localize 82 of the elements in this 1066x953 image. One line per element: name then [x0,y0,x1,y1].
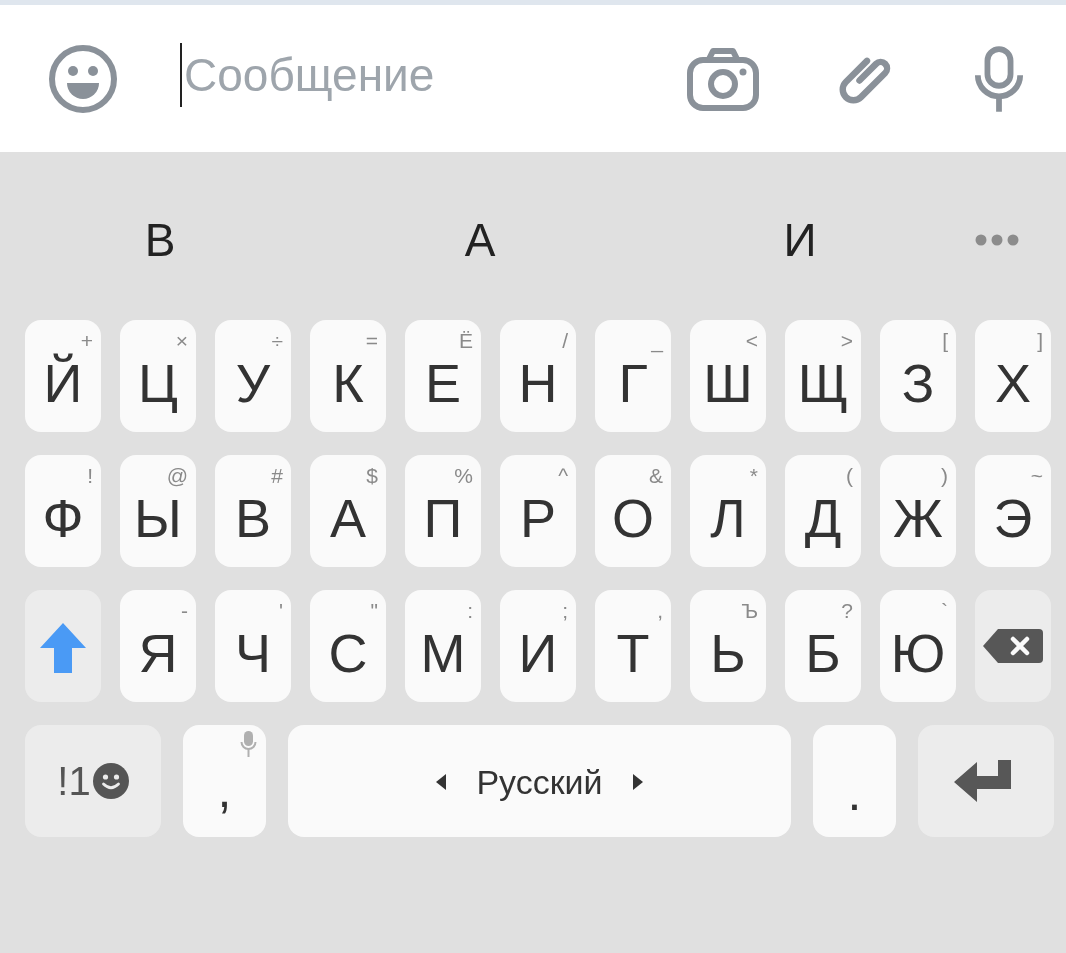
key-hint: ÷ [271,330,283,351]
letter-key[interactable]: ~ Э [975,455,1051,567]
letter-key[interactable]: ( Д [785,455,861,567]
key-hint: Ъ [741,600,758,621]
letter-key[interactable]: ` Ю [880,590,956,702]
backspace-icon [983,629,1043,663]
microphone-icon[interactable] [973,45,1025,112]
letter-key[interactable]: [ З [880,320,956,432]
emoji-icon[interactable] [48,43,118,114]
smiley-icon [92,763,129,799]
letter-key[interactable]: " С [310,590,386,702]
right-triangle-icon [632,774,643,790]
letter-key[interactable]: + Й [25,320,101,432]
suggestion-item[interactable]: В [144,217,176,263]
key-hint: ' [279,600,283,621]
suggestion-item[interactable]: А [464,217,496,263]
letter-key[interactable]: ^ Р [500,455,576,567]
key-hint: : [467,600,473,621]
key-hint: ; [562,600,568,621]
letter-key[interactable]: × Ц [120,320,196,432]
letter-key[interactable]: $ А [310,455,386,567]
key-hint: [ [942,330,948,351]
letter-key[interactable]: ) Ж [880,455,956,567]
letter-key[interactable]: = К [310,320,386,432]
letter-key[interactable]: ' Ч [215,590,291,702]
key-hint: _ [651,330,663,351]
key-hint: " [370,600,378,621]
more-icon[interactable] [975,234,1019,246]
key-hint: Ё [458,330,473,351]
letter-key[interactable]: - Я [120,590,196,702]
letter-key[interactable]: > Щ [785,320,861,432]
period-key[interactable]: . [813,725,896,837]
left-triangle-icon [436,774,447,790]
key-hint: < [745,330,758,351]
key-hint: ] [1037,330,1043,351]
key-hint: - [181,600,188,621]
backspace-key[interactable] [975,590,1051,702]
enter-key[interactable] [918,725,1054,837]
letter-key[interactable]: @ Ы [120,455,196,567]
key-hint: + [80,330,93,351]
key-hint: = [365,330,378,351]
letter-key[interactable]: : М [405,590,481,702]
key-hint: ^ [558,465,568,486]
letter-key[interactable]: , Т [595,590,671,702]
letter-key[interactable]: % П [405,455,481,567]
letter-key[interactable]: ÷ У [215,320,291,432]
key-hint: * [749,465,758,486]
letter-key[interactable]: * Л [690,455,766,567]
key-hint: × [175,330,188,351]
key-hint: ! [87,465,93,486]
letter-key[interactable]: < Ш [690,320,766,432]
key-hint: ( [846,465,853,486]
key-hint: > [840,330,853,351]
letter-key[interactable]: & О [595,455,671,567]
letter-key[interactable]: ? Б [785,590,861,702]
symbols-key[interactable]: !1 [25,725,161,837]
letter-key[interactable]: # В [215,455,291,567]
key-hint: $ [366,465,378,486]
message-input[interactable]: Сообщение [180,42,640,107]
letter-key[interactable]: ; И [500,590,576,702]
shift-key[interactable] [25,590,101,702]
key-hint: @ [166,465,188,486]
key-hint: & [649,465,663,486]
letter-key[interactable]: / Н [500,320,576,432]
suggestion-item[interactable]: И [783,217,817,263]
space-key[interactable]: Русский [288,725,791,837]
letter-key[interactable]: _ Г [595,320,671,432]
comma-key[interactable]: , [183,725,266,837]
key-hint: # [271,465,283,486]
key-hint: ) [941,465,948,486]
key-hint: / [562,330,568,351]
key-hint: ~ [1030,465,1043,486]
microphone-icon [240,730,257,758]
key-hint: ? [841,600,853,621]
letter-key[interactable]: ] Х [975,320,1051,432]
key-hint: % [454,465,473,486]
key-hint: , [657,600,663,621]
letter-key[interactable]: Ъ Ь [690,590,766,702]
letter-key[interactable]: Ё Е [405,320,481,432]
camera-icon[interactable] [687,46,759,111]
key-hint: ` [941,600,948,621]
letter-key[interactable]: ! Ф [25,455,101,567]
